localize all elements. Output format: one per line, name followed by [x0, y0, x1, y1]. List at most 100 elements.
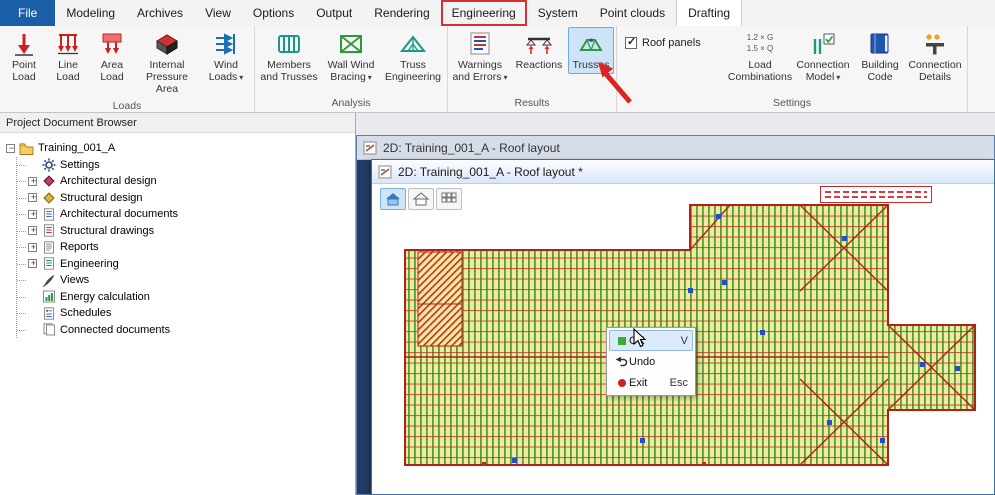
building-code-button[interactable]: Building Code [855, 27, 905, 86]
wind-loads-button[interactable]: Wind Loads [200, 27, 252, 86]
expand-icon[interactable] [28, 210, 37, 219]
engineering-doc-icon [41, 257, 56, 271]
group-label-analysis: Analysis [257, 95, 445, 112]
menu-item-label: Exit [629, 377, 664, 389]
line-load-button[interactable]: Line Load [46, 27, 90, 86]
tree-item-label[interactable]: Structural drawings [60, 225, 154, 237]
button-label: Line Load [56, 59, 79, 83]
tree-item-settings[interactable]: Settings [28, 157, 355, 174]
line-load-icon [53, 30, 83, 57]
menu-point-clouds[interactable]: Point clouds [589, 0, 676, 26]
context-menu: OK V Undo Exit Esc [606, 327, 696, 396]
connection-model-icon [808, 30, 838, 57]
button-label: Point Load [12, 59, 36, 83]
collapse-icon[interactable] [6, 144, 15, 153]
ribbon-group-analysis: Members and Trusses Wall Wind Bracing Tr… [255, 26, 448, 112]
point-load-icon [9, 30, 39, 57]
building-code-icon [865, 30, 895, 57]
expand-icon[interactable] [28, 259, 37, 268]
checkbox-checked-icon[interactable] [625, 37, 637, 49]
tree-item-label[interactable]: Connected documents [60, 324, 170, 336]
load-combinations-button[interactable]: 1.2 × G 1.5 × Q Load Combinations [729, 27, 791, 86]
house-outline-icon [412, 192, 430, 206]
folder-icon [19, 141, 34, 155]
area-load-button[interactable]: Area Load [90, 27, 134, 86]
menu-item-shortcut: Esc [670, 377, 688, 389]
warnings-and-errors-button[interactable]: Warnings and Errors [450, 27, 510, 86]
menu-modeling[interactable]: Modeling [55, 0, 126, 26]
annotation-note [820, 186, 932, 203]
tree-item-label[interactable]: Reports [60, 241, 99, 253]
tree-item-structural-drawings[interactable]: Structural drawings [28, 223, 355, 240]
tree-item-label[interactable]: Architectural design [60, 175, 157, 187]
trusses-button[interactable]: Trusses [568, 27, 614, 74]
tree-root-project[interactable]: Training_001_A [6, 140, 355, 157]
menu-rendering[interactable]: Rendering [363, 0, 440, 26]
menu-view[interactable]: View [194, 0, 242, 26]
tree-item-architectural-documents[interactable]: Architectural documents [28, 206, 355, 223]
view-layout-grid-button[interactable] [436, 188, 462, 210]
menu-item-shortcut: V [681, 335, 688, 347]
members-and-trusses-icon [274, 30, 304, 57]
tree-item-views[interactable]: Views [28, 272, 355, 289]
menu-output[interactable]: Output [305, 0, 363, 26]
tree-item-engineering[interactable]: Engineering [28, 256, 355, 273]
view-mode-model-button[interactable] [408, 188, 434, 210]
tree-item-architectural-design[interactable]: Architectural design [28, 173, 355, 190]
document-icon [41, 207, 56, 221]
context-menu-item-undo[interactable]: Undo [609, 351, 693, 372]
window-title-bar[interactable]: 2D: Training_001_A - Roof layout [357, 136, 994, 160]
button-label: Reactions [516, 59, 563, 71]
tree-item-label[interactable]: Architectural documents [60, 208, 178, 220]
tree-item-label[interactable]: Energy calculation [60, 291, 150, 303]
roof-detail-panel [418, 252, 462, 304]
expand-icon[interactable] [28, 193, 37, 202]
tree-item-energy-calculation[interactable]: Energy calculation [28, 289, 355, 306]
internal-pressure-area-button[interactable]: Internal Pressure Area [134, 27, 200, 98]
connection-details-button[interactable]: Connection Details [905, 27, 965, 86]
exit-icon [614, 379, 629, 387]
group-label-results: Results [450, 95, 614, 112]
house-icon [384, 192, 402, 206]
wall-wind-bracing-button[interactable]: Wall Wind Bracing [321, 27, 381, 86]
tree-item-label[interactable]: Views [60, 274, 89, 286]
tree-item-label[interactable]: Schedules [60, 307, 111, 319]
expand-icon[interactable] [28, 177, 37, 186]
tree-item-connected-documents[interactable]: Connected documents [28, 322, 355, 339]
tree-item-label[interactable]: Settings [60, 159, 100, 171]
menu-archives[interactable]: Archives [126, 0, 194, 26]
menu-options[interactable]: Options [242, 0, 305, 26]
wall-wind-bracing-icon [336, 30, 366, 57]
reactions-button[interactable]: Reactions [510, 27, 568, 74]
tree-item-reports[interactable]: Reports [28, 239, 355, 256]
menu-engineering[interactable]: Engineering [441, 0, 527, 26]
roof-detail-panel [418, 304, 462, 346]
browser-title: Project Document Browser [0, 113, 355, 133]
members-and-trusses-button[interactable]: Members and Trusses [257, 27, 321, 86]
reactions-icon [524, 30, 554, 57]
window-title-bar[interactable]: 2D: Training_001_A - Roof layout * [372, 160, 994, 184]
expand-icon[interactable] [28, 226, 37, 235]
tree-root-label[interactable]: Training_001_A [38, 142, 115, 154]
load-factor-q: 1.5 × Q [747, 44, 773, 55]
menu-drafting[interactable]: Drafting [676, 0, 742, 26]
trusses-icon [576, 30, 606, 57]
menu-system[interactable]: System [527, 0, 589, 26]
view-mode-2d-button[interactable] [380, 188, 406, 210]
roof-panels-option[interactable]: Roof panels [625, 34, 721, 52]
tree-item-structural-design[interactable]: Structural design [28, 190, 355, 207]
truss-engineering-button[interactable]: Truss Engineering [381, 27, 445, 86]
tree-item-label[interactable]: Engineering [60, 258, 119, 270]
drawing-icon [41, 224, 56, 238]
linked-documents-icon [41, 323, 56, 337]
ribbon: Point Load Line Load Area Load Internal … [0, 26, 995, 113]
tree-item-schedules[interactable]: Schedules [28, 305, 355, 322]
tree-item-label[interactable]: Structural design [60, 192, 143, 204]
expand-icon[interactable] [28, 243, 37, 252]
button-label: Trusses [573, 59, 610, 71]
context-menu-item-exit[interactable]: Exit Esc [609, 372, 693, 393]
context-menu-item-ok[interactable]: OK V [609, 330, 693, 351]
menu-file[interactable]: File [0, 0, 55, 26]
point-load-button[interactable]: Point Load [2, 27, 46, 86]
connection-model-button[interactable]: Connection Model [791, 27, 855, 86]
